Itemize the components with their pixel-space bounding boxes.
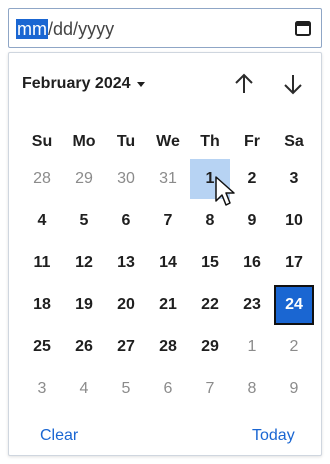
month-year-dropdown[interactable]: February 2024	[22, 75, 145, 93]
month-year-label: February 2024	[22, 75, 131, 92]
arrow-up-icon	[235, 73, 253, 93]
date-year-segment[interactable]: yyyy	[78, 19, 114, 39]
weekday-header: Su Mo Tu We Th Fr Sa	[22, 133, 312, 155]
caret-down-icon	[136, 81, 145, 87]
day-cell[interactable]: 6	[148, 369, 188, 409]
day-cell[interactable]: 10	[274, 201, 314, 241]
day-cell[interactable]: 26	[64, 327, 104, 367]
day-cell[interactable]: 7	[190, 369, 230, 409]
day-cell[interactable]: 12	[64, 243, 104, 283]
day-cell[interactable]: 29	[190, 327, 230, 367]
day-cell[interactable]: 9	[274, 369, 314, 409]
day-cell[interactable]: 30	[106, 159, 146, 199]
day-cell[interactable]: 1	[232, 327, 272, 367]
day-cell[interactable]: 28	[148, 327, 188, 367]
day-cell[interactable]: 6	[106, 201, 146, 241]
weekday-label: Sa	[284, 133, 304, 150]
weekday-label: Th	[200, 133, 220, 150]
day-cell[interactable]: 8	[232, 369, 272, 409]
weekday-label: Mo	[72, 133, 96, 150]
day-cell[interactable]: 1	[190, 159, 230, 199]
day-cell[interactable]: 13	[106, 243, 146, 283]
day-cell[interactable]: 21	[148, 285, 188, 325]
date-input[interactable]: mm/dd/yyyy	[8, 8, 322, 48]
day-cell[interactable]: 15	[190, 243, 230, 283]
day-cell[interactable]: 8	[190, 201, 230, 241]
day-cell[interactable]: 5	[64, 201, 104, 241]
day-cell[interactable]: 7	[148, 201, 188, 241]
weekday-label: Fr	[244, 133, 260, 150]
day-cell[interactable]: 27	[106, 327, 146, 367]
day-cell[interactable]: 19	[64, 285, 104, 325]
previous-month-button[interactable]	[231, 71, 257, 97]
today-button[interactable]: Today	[252, 427, 295, 445]
clear-button[interactable]: Clear	[40, 427, 78, 445]
date-day-segment[interactable]: dd	[53, 19, 73, 39]
day-cell[interactable]: 16	[232, 243, 272, 283]
day-cell[interactable]: 2	[232, 159, 272, 199]
day-cell[interactable]: 17	[274, 243, 314, 283]
next-month-button[interactable]	[280, 71, 306, 97]
weekday-label: Su	[31, 133, 53, 150]
day-cell[interactable]: 29	[64, 159, 104, 199]
day-cell[interactable]: 2	[274, 327, 314, 367]
day-cell[interactable]: 24	[274, 285, 314, 325]
day-cell[interactable]: 9	[232, 201, 272, 241]
day-cell[interactable]: 25	[22, 327, 62, 367]
weekday-label: We	[156, 133, 180, 150]
day-cell[interactable]: 20	[106, 285, 146, 325]
day-cell[interactable]: 28	[22, 159, 62, 199]
weekday-label: Tu	[116, 133, 136, 150]
day-cell[interactable]: 5	[106, 369, 146, 409]
day-cell[interactable]: 11	[22, 243, 62, 283]
day-cell[interactable]: 22	[190, 285, 230, 325]
day-cell[interactable]: 18	[22, 285, 62, 325]
day-cell[interactable]: 4	[22, 201, 62, 241]
date-picker-popup: February 2024 Su Mo Tu We Th Fr Sa 28 29 3…	[8, 52, 322, 456]
day-cell[interactable]: 14	[148, 243, 188, 283]
day-cell[interactable]: 3	[274, 159, 314, 199]
day-cell[interactable]: 31	[148, 159, 188, 199]
day-cell[interactable]: 4	[64, 369, 104, 409]
day-cell[interactable]: 3	[22, 369, 62, 409]
day-cell[interactable]: 23	[232, 285, 272, 325]
arrow-down-icon	[284, 75, 302, 95]
date-month-segment[interactable]: mm	[16, 19, 48, 39]
calendar-icon[interactable]	[294, 19, 312, 37]
date-value[interactable]: mm/dd/yyyy	[16, 18, 114, 40]
